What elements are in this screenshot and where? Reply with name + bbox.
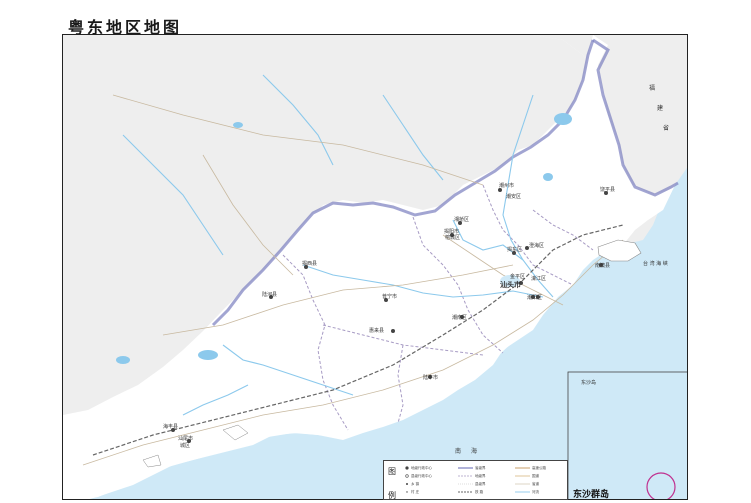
label-huilai: 惠来县 [369,327,384,334]
label-fujian-2: 建 [657,104,663,112]
label-chaozhou: 潮州市 [499,182,514,189]
label-chaoyang: 潮阳区 [527,294,542,301]
label-haifeng: 海丰县 [163,423,178,430]
label-puning: 普宁市 [382,293,397,300]
inset-map: 东沙岛 [568,372,688,500]
legend-item-0: 地级行政中心 [411,465,432,470]
label-chaoan: 潮安区 [506,193,521,200]
map-canvas: 潮州市 潮安区 饶平县 湘桥区 揭阳市 榕城区 揭东区 澄海区 金平区 汕头市 … [63,35,688,500]
label-chenghai: 澄海区 [529,242,544,249]
legend-symbols: 地级行政中心 县级行政中心 乡 镇 村 庄 省级界 地级界 县级界 铁 路 高速… [403,463,567,499]
label-fujian-1: 福 [649,84,655,92]
legend-item-5: 地级界 [475,473,486,478]
map-legend: 图 例 地级行政中心 县级行政中心 乡 镇 村 庄 省级界 地级界 县级界 铁 … [383,460,568,500]
map-frame: 潮州市 潮安区 饶平县 湘桥区 揭阳市 榕城区 揭东区 澄海区 金平区 汕头市 … [62,34,688,500]
legend-item-11: 河流 [532,489,540,494]
label-fujian-3: 省 [663,124,669,132]
label-rongcheng: 榕城区 [445,234,460,241]
label-taiwan-strait: 台 湾 海 峡 [643,260,668,267]
label-chaonan: 潮南区 [452,314,467,321]
label-chengqu: 城区 [180,442,190,449]
legend-item-1: 县级行政中心 [411,473,432,478]
label-xiangqiao: 湘桥区 [454,216,469,223]
legend-head-1: 图 [388,465,400,479]
label-shantou: 汕头市 [500,280,521,289]
inset-title: 东沙群岛 [573,487,609,500]
legend-item-7: 铁 路 [475,489,484,494]
legend-head-2: 例 [388,489,400,503]
label-lufeng: 陆丰市 [423,374,438,381]
label-raoping: 饶平县 [600,186,615,193]
legend-item-10: 省道 [532,481,540,486]
label-jinping: 金平区 [510,273,525,280]
label-jiedong: 揭东区 [507,246,522,253]
label-nanhai-1: 南 [455,447,461,455]
legend-item-8: 高速公路 [532,465,546,470]
legend-item-2: 乡 镇 [411,481,420,486]
legend-item-4: 省级界 [475,465,486,470]
label-haojiang: 濠江区 [531,275,546,282]
label-nanao: 南澳县 [595,262,610,269]
label-jiexi: 揭西县 [302,260,317,267]
inset-island-label: 东沙岛 [581,379,596,386]
legend-item-6: 县级界 [475,481,486,486]
label-luhe: 陆河县 [262,291,277,298]
label-jieyang: 揭阳市 [444,228,459,235]
label-nanhai-2: 海 [471,447,477,455]
legend-item-3: 村 庄 [411,489,420,494]
label-shanwei: 汕尾市 [178,435,193,442]
legend-item-9: 国道 [532,473,540,478]
